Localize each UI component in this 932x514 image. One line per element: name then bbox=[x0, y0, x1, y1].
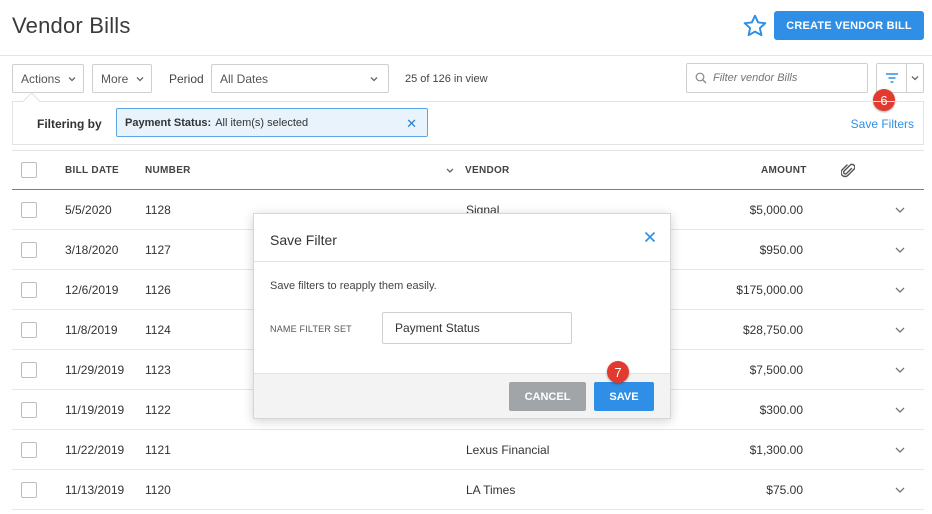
cell-amount: $7,500.00 bbox=[749, 363, 803, 377]
page-title: Vendor Bills bbox=[12, 13, 131, 38]
row-checkbox[interactable] bbox=[21, 242, 37, 258]
chevron-down-icon[interactable] bbox=[894, 445, 906, 455]
cell-number: 1124 bbox=[145, 323, 171, 337]
chevron-down-icon[interactable] bbox=[894, 325, 906, 335]
cell-amount: $5,000.00 bbox=[749, 203, 803, 217]
actions-label: Actions bbox=[21, 71, 61, 86]
chevron-down-icon[interactable] bbox=[894, 485, 906, 495]
modal-description: Save filters to reapply them easily. bbox=[270, 280, 437, 292]
filter-chip-value: All item(s) selected bbox=[215, 116, 309, 129]
row-checkbox[interactable] bbox=[21, 202, 37, 218]
cell-number: 1123 bbox=[145, 363, 171, 377]
save-filter-modal: Save Filter Save filters to reapply them… bbox=[253, 213, 671, 419]
attachment-icon bbox=[841, 163, 855, 178]
cell-number: 1120 bbox=[145, 483, 171, 497]
modal-footer: CANCEL SAVE bbox=[254, 373, 670, 418]
name-filter-set-input[interactable] bbox=[382, 312, 572, 344]
table-row[interactable]: 11/22/2019 1121 Lexus Financial $1,300.00 bbox=[12, 430, 924, 470]
page-header: Vendor Bills CREATE VENDOR BILL bbox=[0, 0, 932, 56]
row-checkbox[interactable] bbox=[21, 442, 37, 458]
cell-bill-date: 3/18/2020 bbox=[65, 243, 119, 257]
cell-number: 1122 bbox=[145, 403, 171, 417]
cell-bill-date: 12/6/2019 bbox=[65, 283, 119, 297]
cell-bill-date: 11/19/2019 bbox=[65, 403, 125, 417]
save-button[interactable]: SAVE bbox=[594, 382, 654, 411]
cell-amount: $300.00 bbox=[759, 403, 803, 417]
sort-chevron-icon[interactable] bbox=[445, 167, 455, 175]
cell-number: 1127 bbox=[145, 243, 171, 257]
chevron-down-icon[interactable] bbox=[894, 365, 906, 375]
column-amount[interactable]: AMOUNT bbox=[761, 165, 807, 176]
column-vendor[interactable]: VENDOR bbox=[465, 165, 510, 176]
search-box[interactable] bbox=[686, 63, 868, 93]
cancel-button[interactable]: CANCEL bbox=[509, 382, 586, 411]
cell-number: 1121 bbox=[145, 443, 171, 457]
search-input[interactable] bbox=[713, 72, 863, 84]
cell-bill-date: 11/13/2019 bbox=[65, 483, 125, 497]
filter-bar: Filtering by Payment Status: All item(s)… bbox=[12, 101, 924, 145]
chevron-down-icon[interactable] bbox=[894, 245, 906, 255]
row-checkbox[interactable] bbox=[21, 482, 37, 498]
cell-vendor: Lexus Financial bbox=[466, 443, 550, 457]
filter-icon bbox=[885, 73, 898, 83]
search-icon bbox=[695, 72, 707, 84]
cell-bill-date: 11/22/2019 bbox=[65, 443, 125, 457]
chevron-down-icon bbox=[68, 77, 76, 82]
column-bill-date[interactable]: BILL DATE bbox=[65, 165, 119, 176]
row-checkbox[interactable] bbox=[21, 282, 37, 298]
filter-menu-caret[interactable] bbox=[907, 63, 924, 93]
period-label: Period bbox=[169, 72, 204, 86]
select-all-checkbox[interactable] bbox=[21, 162, 37, 178]
star-icon[interactable] bbox=[742, 13, 768, 39]
table-header: BILL DATE NUMBER VENDOR AMOUNT bbox=[12, 150, 924, 190]
cell-amount: $75.00 bbox=[766, 483, 803, 497]
cell-vendor: LA Times bbox=[466, 483, 516, 497]
row-checkbox[interactable] bbox=[21, 402, 37, 418]
more-dropdown[interactable]: More bbox=[92, 64, 152, 93]
chevron-down-icon bbox=[911, 76, 919, 81]
chevron-down-icon bbox=[370, 77, 378, 82]
cell-amount: $950.00 bbox=[759, 243, 803, 257]
modal-title: Save Filter bbox=[270, 232, 337, 248]
row-checkbox[interactable] bbox=[21, 322, 37, 338]
column-number[interactable]: NUMBER bbox=[145, 165, 191, 176]
cell-number: 1126 bbox=[145, 283, 171, 297]
filter-chip[interactable]: Payment Status: All item(s) selected ✕ bbox=[116, 108, 428, 137]
chevron-down-icon[interactable] bbox=[894, 405, 906, 415]
actions-dropdown[interactable]: Actions bbox=[12, 64, 84, 93]
cell-bill-date: 11/29/2019 bbox=[65, 363, 125, 377]
table-row[interactable]: 11/13/2019 1120 LA Times $75.00 bbox=[12, 470, 924, 510]
chevron-down-icon bbox=[136, 77, 144, 82]
cell-bill-date: 5/5/2020 bbox=[65, 203, 112, 217]
filtering-by-label: Filtering by bbox=[37, 117, 102, 131]
cell-number: 1128 bbox=[145, 203, 171, 217]
chevron-down-icon[interactable] bbox=[894, 285, 906, 295]
more-label: More bbox=[101, 71, 129, 86]
close-icon[interactable] bbox=[644, 231, 656, 243]
period-select[interactable]: All Dates bbox=[211, 64, 389, 93]
modal-header: Save Filter bbox=[254, 214, 670, 262]
period-value: All Dates bbox=[220, 71, 269, 86]
create-vendor-bill-button[interactable]: CREATE VENDOR BILL bbox=[774, 11, 924, 40]
step-badge-7: 7 bbox=[607, 361, 629, 383]
save-filters-link[interactable]: Save Filters bbox=[851, 117, 914, 131]
chevron-down-icon[interactable] bbox=[894, 205, 906, 215]
cell-amount: $175,000.00 bbox=[736, 283, 803, 297]
cell-bill-date: 11/8/2019 bbox=[65, 323, 118, 337]
cell-amount: $28,750.00 bbox=[742, 323, 803, 337]
name-filter-set-label: NAME FILTER SET bbox=[270, 324, 352, 334]
in-view-count: 25 of 126 in view bbox=[405, 73, 488, 85]
row-checkbox[interactable] bbox=[21, 362, 37, 378]
filter-chip-key: Payment Status: bbox=[125, 116, 212, 129]
close-icon[interactable]: ✕ bbox=[406, 116, 417, 132]
cell-amount: $1,300.00 bbox=[749, 443, 803, 457]
